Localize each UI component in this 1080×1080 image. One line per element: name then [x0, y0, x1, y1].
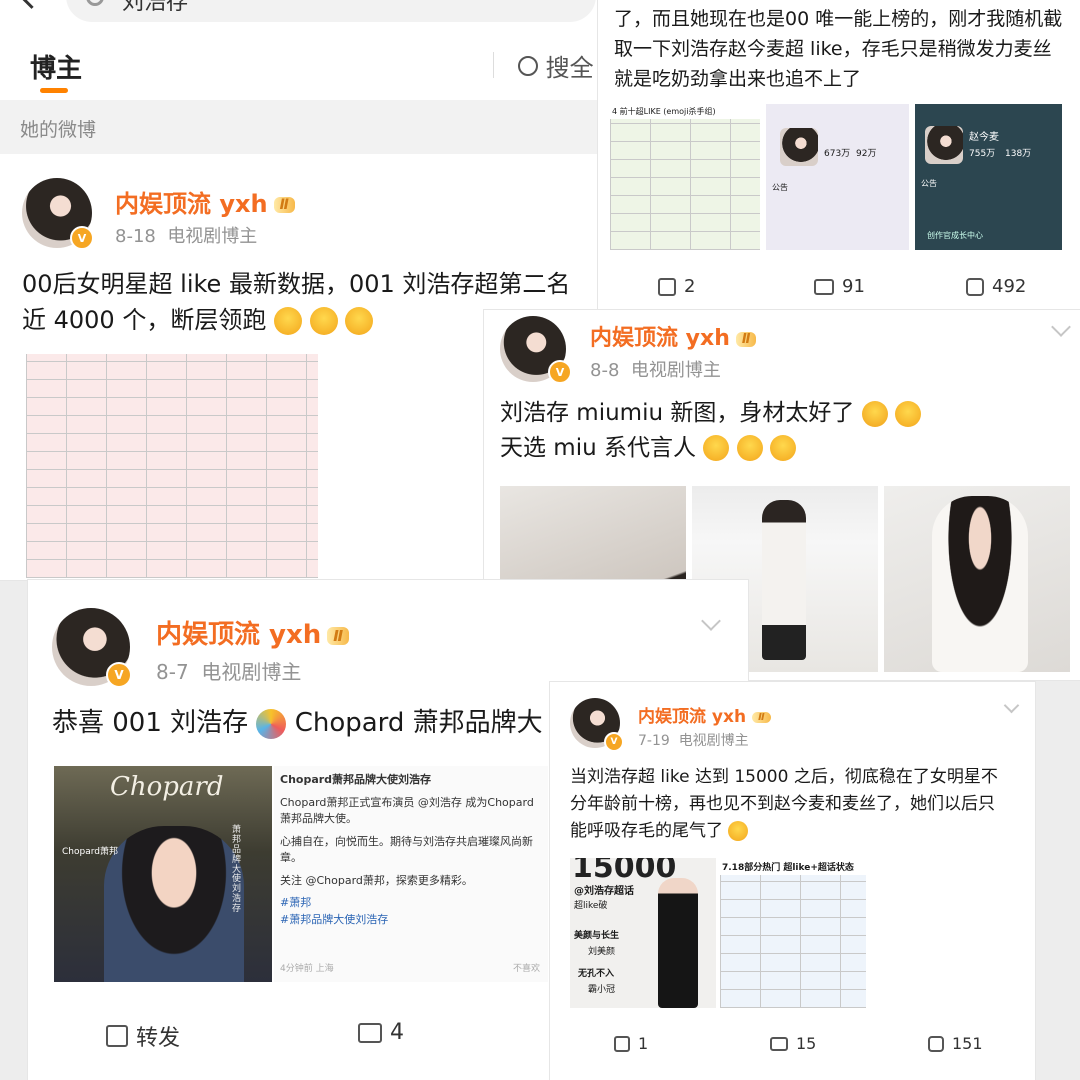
- search-icon: [86, 0, 104, 6]
- avatar: [780, 128, 818, 166]
- repost-icon: [106, 1025, 128, 1047]
- chopard-poster-image[interactable]: Chopard Chopard萧邦 萧邦品牌大使 刘浩存: [54, 766, 272, 982]
- thumbs-up-icon: [966, 277, 984, 296]
- heart-eyes-emoji-icon: [895, 400, 921, 427]
- party-popper-icon: [256, 708, 287, 739]
- repost-icon: [614, 1035, 630, 1052]
- profile-screenshot-liu[interactable]: 673万 92万 公告: [766, 104, 909, 250]
- portrait: [104, 826, 244, 982]
- user-name[interactable]: 内娱顶流 yxh Ⅱ: [156, 614, 350, 651]
- verified-badge: V: [70, 226, 94, 250]
- comment-icon: [358, 1022, 382, 1043]
- heart-eyes-emoji-icon: [861, 400, 888, 427]
- milestone-poster[interactable]: 15000 @刘浩存超话 超like破 美颜与长生 刘美颜 无孔不入 霸小冠: [570, 858, 716, 1008]
- level-badge: Ⅱ: [327, 626, 350, 645]
- heart-eyes-emoji-icon: [736, 435, 763, 461]
- laughing-emoji-icon: [728, 821, 749, 842]
- back-icon[interactable]: [18, 0, 45, 9]
- verified-badge: V: [604, 732, 624, 752]
- post-meta: 8-8 电视剧博主: [590, 360, 721, 381]
- chevron-down-icon[interactable]: [1051, 317, 1071, 337]
- post-meta: 8-18 电视剧博主: [115, 226, 258, 247]
- post-text: 了，而且她现在也是00 唯一能上榜的，刚才我随机截取一下刘浩存赵今麦超 like…: [614, 8, 1063, 91]
- verified-badge: V: [106, 662, 132, 688]
- top-right-post: 了，而且她现在也是00 唯一能上榜的，刚才我随机截取一下刘浩存赵今麦超 like…: [598, 0, 1080, 310]
- search-all-icon: [518, 55, 538, 76]
- user-name[interactable]: 内娱顶流 yxh Ⅱ: [590, 320, 757, 352]
- chopard-announcement: Chopard萧邦品牌大使刘浩存 Chopard萧邦正式宣布演员 @刘浩存 成为…: [274, 766, 548, 982]
- ranking-table-image[interactable]: [26, 354, 318, 578]
- user-name[interactable]: 内娱顶流 yxh Ⅱ: [115, 184, 295, 219]
- heart-eyes-emoji-icon: [703, 435, 730, 461]
- repost-button[interactable]: 1: [614, 1034, 648, 1053]
- comment-button[interactable]: 91: [814, 276, 865, 297]
- ranking-table-image[interactable]: 7.18部分热门 超like+超话状态: [720, 858, 866, 1008]
- level-badge: Ⅱ: [735, 331, 757, 347]
- user-name[interactable]: 内娱顶流 yxh Ⅱ: [638, 702, 771, 727]
- search-input[interactable]: 刘浩存: [66, 0, 596, 22]
- search-all-button[interactable]: 搜全: [518, 48, 594, 83]
- post-text: 当刘浩存超 like 达到 15000 之后，彻底稳在了女明星不分年龄前十榜，再…: [570, 767, 998, 842]
- post-card: V 内娱顶流 yxh Ⅱ 7-19 电视剧博主 当刘浩存超 like 达到 150…: [550, 682, 1035, 1080]
- tab-indicator: [40, 88, 68, 93]
- avatar: [925, 126, 963, 164]
- divider: [493, 52, 494, 78]
- section-label: 她的微博: [20, 119, 97, 141]
- heart-eyes-emoji-icon: [769, 435, 796, 461]
- comment-button[interactable]: 15: [770, 1034, 816, 1053]
- like-button[interactable]: 492: [966, 276, 1026, 297]
- profile-screenshot-zhao[interactable]: 赵今麦 755万 138万 公告 创作官成长中心: [915, 104, 1062, 250]
- post-text: 刘浩存 miumiu 新图，身材太好了 天选 miu 系代言人: [500, 396, 1070, 465]
- tab-blogger[interactable]: 博主: [30, 48, 82, 85]
- figure: [658, 878, 698, 1008]
- comment-icon: [770, 1036, 788, 1051]
- search-query: 刘浩存: [122, 0, 189, 15]
- chevron-down-icon[interactable]: [701, 611, 721, 631]
- post-meta: 7-19 电视剧博主: [638, 733, 749, 749]
- level-badge: Ⅱ: [273, 197, 295, 213]
- comment-icon: [814, 278, 834, 295]
- chevron-down-icon[interactable]: [1003, 697, 1020, 714]
- comment-button[interactable]: 4: [358, 1020, 404, 1045]
- ranking-table-image[interactable]: 4 前十超LIKE (emoji杀手组): [610, 104, 760, 250]
- like-button[interactable]: 151: [928, 1034, 983, 1053]
- figure: [762, 500, 806, 660]
- scream-emoji-icon: [273, 307, 302, 335]
- post-meta: 8-7 电视剧博主: [156, 660, 302, 684]
- scream-emoji-icon: [345, 307, 374, 335]
- scream-emoji-icon: [309, 307, 338, 335]
- photo-3[interactable]: [884, 486, 1070, 672]
- level-badge: Ⅱ: [752, 711, 771, 723]
- figure: [932, 496, 1028, 672]
- repost-icon: [658, 277, 676, 296]
- repost-button[interactable]: 转发: [106, 1020, 180, 1052]
- repost-button[interactable]: 2: [658, 276, 695, 297]
- thumbs-up-icon: [928, 1035, 944, 1052]
- verified-badge: V: [548, 360, 572, 384]
- section-bar: 她的微博: [0, 100, 598, 154]
